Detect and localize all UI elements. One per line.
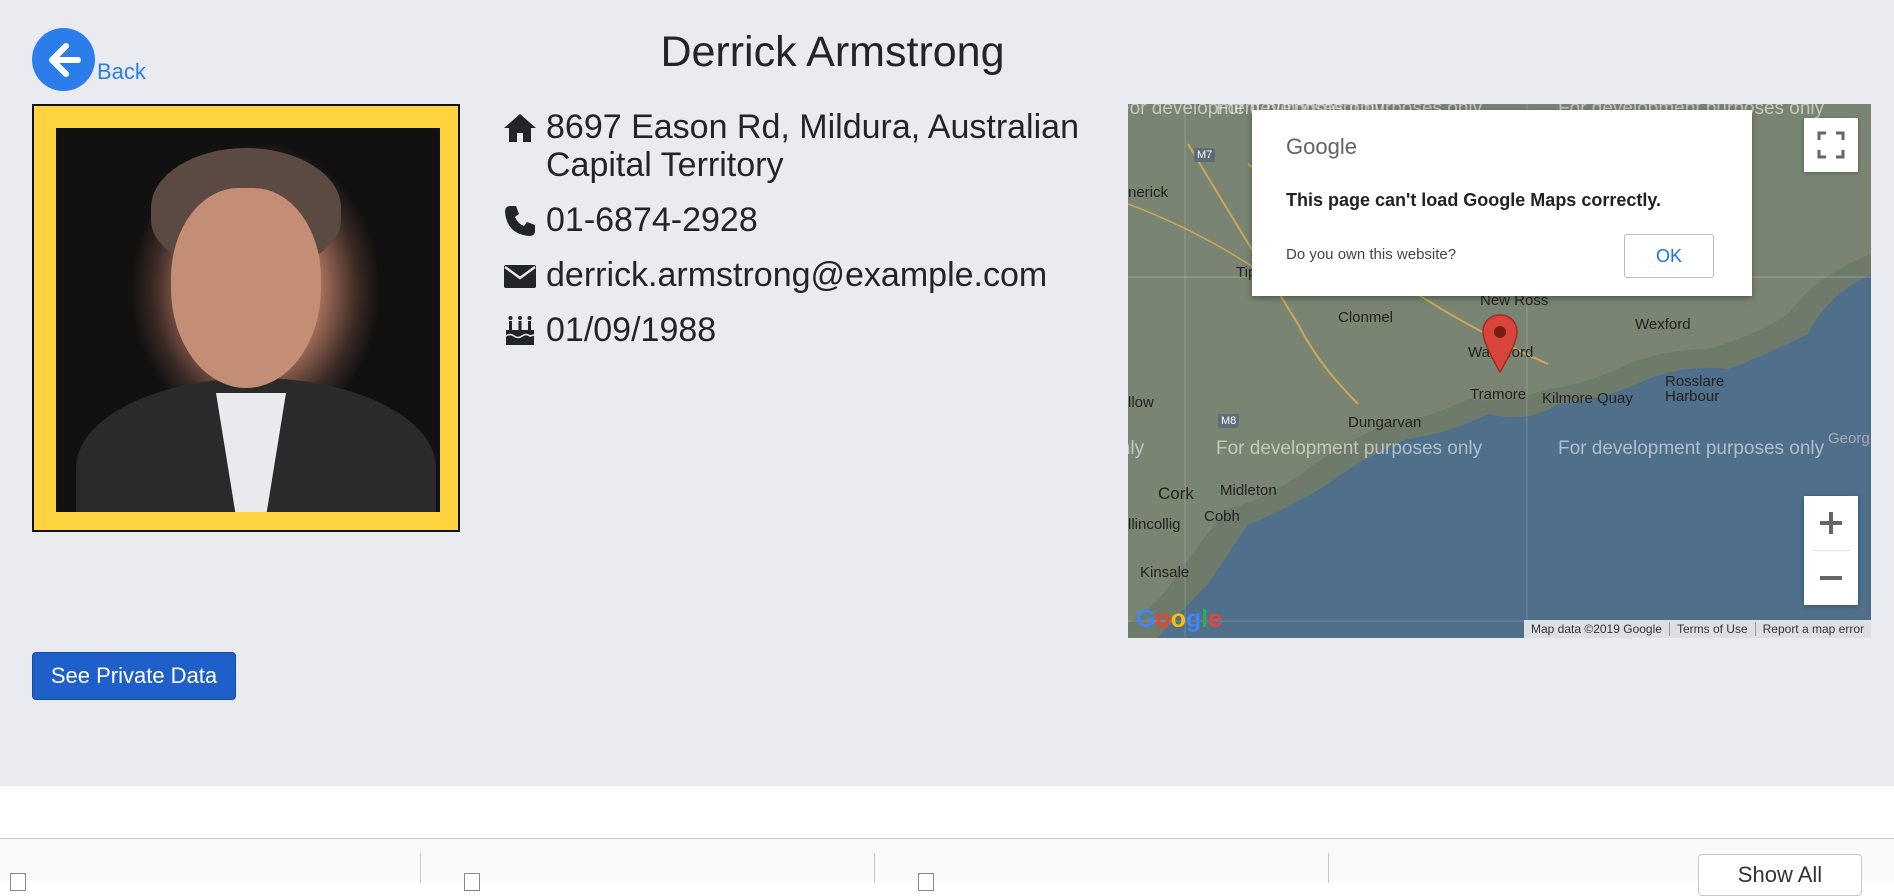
profile-page: Back Derrick Armstrong 8697 Eason Rd, Mi… <box>0 0 1894 786</box>
location-marker-icon[interactable] <box>1482 314 1518 374</box>
zoom-out-button[interactable] <box>1804 551 1858 605</box>
map-place: Midleton <box>1220 482 1277 499</box>
home-icon <box>504 114 536 142</box>
birthday-text: 01/09/1988 <box>546 311 717 349</box>
phone-icon <box>505 206 535 236</box>
google-map-logo: Google <box>1136 605 1223 633</box>
map-place: Wexford <box>1635 316 1691 333</box>
file-icon <box>918 873 934 891</box>
map-place: Cobh <box>1204 508 1240 525</box>
profile-photo-frame <box>32 104 460 532</box>
google-map[interactable]: For development purposes only For develo… <box>1128 104 1871 638</box>
contact-info: 8697 Eason Rd, Mildura, Australian Capit… <box>502 108 1092 366</box>
map-place: nerick <box>1128 184 1169 201</box>
file-icon <box>464 873 480 891</box>
map-watermark: For development purposes only <box>1216 438 1483 459</box>
see-private-data-button[interactable]: See Private Data <box>32 652 236 700</box>
map-watermark: For development purposes only <box>1558 438 1825 459</box>
terms-of-use-link[interactable]: Terms of Use <box>1668 622 1755 636</box>
map-footer: Map data ©2019 Google Terms of Use Repor… <box>1524 620 1871 638</box>
map-place: Kilmore Quay <box>1542 390 1633 407</box>
phone-row: 01-6874-2928 <box>502 201 1092 239</box>
birthday-cake-icon <box>505 316 535 345</box>
envelope-icon <box>504 265 536 288</box>
error-message: This page can't load Google Maps correct… <box>1286 190 1662 210</box>
download-item[interactable] <box>0 853 421 891</box>
show-all-button[interactable]: Show All <box>1698 854 1862 896</box>
zoom-controls <box>1804 496 1858 605</box>
report-map-error-link[interactable]: Report a map error <box>1754 622 1871 636</box>
google-logo: Google <box>1286 134 1357 159</box>
phone-text: 01-6874-2928 <box>546 201 758 239</box>
road-label: M8 <box>1218 414 1240 428</box>
fullscreen-button[interactable] <box>1804 118 1858 172</box>
file-icon <box>10 873 26 891</box>
road-label: M7 <box>1194 148 1216 162</box>
map-place: Cork <box>1158 484 1194 503</box>
map-place: Clonmel <box>1338 309 1394 326</box>
profile-photo <box>56 128 440 512</box>
map-place: Georg <box>1828 430 1870 447</box>
download-item[interactable] <box>908 853 1329 891</box>
address-text: 8697 Eason Rd, Mildura, Australian Capit… <box>546 108 1079 184</box>
fullscreen-icon <box>1817 131 1845 159</box>
downloads-bar <box>0 838 1894 891</box>
minus-icon <box>1820 576 1842 580</box>
own-website-question: Do you own this website? <box>1286 246 1457 263</box>
map-place: Tramore <box>1470 386 1527 403</box>
page-title: Derrick Armstrong <box>660 28 1005 76</box>
plus-icon <box>1820 512 1842 534</box>
map-place: llincollig <box>1128 516 1181 533</box>
birthday-row: 01/09/1988 <box>502 311 1092 349</box>
map-place: Dungarvan <box>1348 414 1422 431</box>
maps-error-dialog: Google This page can't load Google Maps … <box>1252 110 1752 296</box>
map-place: Kinsale <box>1140 564 1190 581</box>
download-item[interactable] <box>454 853 875 891</box>
ok-button[interactable]: OK <box>1624 234 1714 278</box>
map-watermark: For development purposes only <box>1128 438 1145 459</box>
email-row: derrick.armstrong@example.com <box>502 256 1092 294</box>
map-data-attribution: Map data ©2019 Google <box>1531 622 1662 636</box>
zoom-in-button[interactable] <box>1804 496 1858 550</box>
email-text: derrick.armstrong@example.com <box>546 256 1048 294</box>
map-place: Rosslare Harbour <box>1665 373 1725 405</box>
map-place: llow <box>1128 394 1154 411</box>
address-row: 8697 Eason Rd, Mildura, Australian Capit… <box>502 108 1092 184</box>
